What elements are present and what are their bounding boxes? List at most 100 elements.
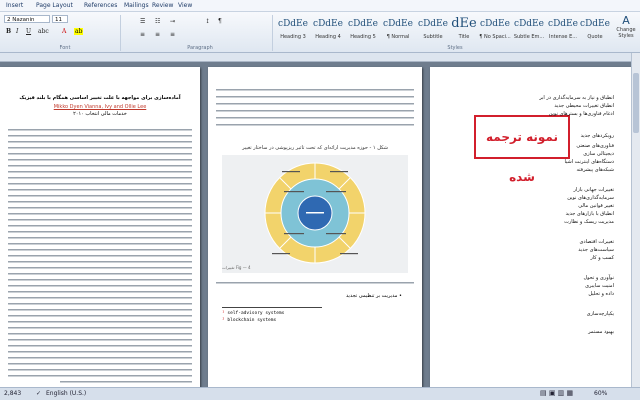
- tab-review[interactable]: Review: [152, 2, 173, 9]
- toc-item: کسب و کار: [590, 255, 614, 261]
- vertical-scrollbar[interactable]: [631, 53, 640, 388]
- style-subtitle[interactable]: cDdEe Subtitle: [416, 14, 450, 44]
- style-quote[interactable]: cDdEe Quote: [580, 14, 610, 44]
- toc-item: سیاست‌های جدید: [578, 247, 614, 253]
- style-no-spacing[interactable]: cDdEe ¶ No Spaci...: [478, 14, 512, 44]
- style-preview: dEe: [451, 16, 477, 31]
- sort-button[interactable]: ↕: [205, 18, 210, 25]
- indent-button[interactable]: ⇥: [170, 18, 175, 25]
- style-preview: cDdEe: [548, 19, 578, 29]
- toc-item: داده و تحلیل: [588, 291, 614, 297]
- change-styles-button[interactable]: A Change Styles: [614, 14, 638, 46]
- paper-authors: Mikko Dyen Vianna, Ivy and Ollie Lee: [53, 104, 147, 110]
- style-name: Subtle Em...: [513, 34, 545, 40]
- toc-item: شبکه‌های پیشرفته: [576, 167, 614, 173]
- font-name-box[interactable]: 2 Nazanin: [4, 15, 50, 23]
- toc-item: یکپارچه‌سازی: [586, 311, 614, 317]
- align-left-button[interactable]: ≡: [140, 31, 145, 38]
- language-status[interactable]: English (U.S.): [46, 390, 86, 397]
- style-heading-4[interactable]: cDdEe Heading 4: [311, 14, 345, 44]
- paper-title: آمادەسازی برای مواجهه با علت تغییر اساسی…: [19, 95, 181, 101]
- toc-item: رویکردهای جدید: [580, 133, 614, 139]
- font-color-button[interactable]: A: [62, 28, 66, 35]
- style-heading-5[interactable]: cDdEe Heading 5: [346, 14, 380, 44]
- style-preview: cDdEe: [348, 19, 378, 29]
- highlight-button[interactable]: ab: [74, 28, 84, 35]
- paper-affiliation: خدمات مالی انتخاب ۲۰۱۰: [73, 111, 127, 117]
- tab-page-layout[interactable]: Page Layout: [36, 2, 73, 9]
- scroll-thumb[interactable]: [633, 73, 639, 133]
- zoom-level[interactable]: 60%: [594, 390, 607, 397]
- footnote-1-text: self-advisory systems: [227, 311, 285, 316]
- diagram-frame: [222, 155, 408, 273]
- horizontal-ruler[interactable]: [0, 53, 640, 62]
- style-preview: cDdEe: [418, 19, 448, 29]
- style-name: Subtitle: [423, 34, 443, 40]
- tab-insert[interactable]: Insert: [6, 2, 23, 9]
- change-styles-label-2: Styles: [618, 33, 634, 39]
- style-subtle-emphasis[interactable]: cDdEe Subtle Em...: [512, 14, 546, 44]
- bullet-item: • مدیریت بر تنظیمی تجدید: [345, 293, 402, 299]
- style-name: ¶ Normal: [386, 34, 410, 40]
- style-preview: cDdEe: [480, 19, 510, 29]
- align-right-button[interactable]: ≡: [170, 31, 175, 38]
- toc-item: تغییرات جهانی بازار: [573, 187, 614, 193]
- toc-item: امنیت سایبری: [585, 283, 614, 289]
- language-icon[interactable]: ✓: [36, 390, 41, 397]
- paragraph-group-label: Paragraph: [187, 45, 213, 51]
- tab-references[interactable]: References: [84, 2, 117, 9]
- toc-item: بهبود مستمر: [588, 329, 614, 335]
- toc-item: تغییر قوانین مالی: [578, 203, 614, 209]
- tab-mailings[interactable]: Mailings: [124, 2, 149, 9]
- toc-item: سرمایه‌گذاری‌های نوین: [567, 195, 614, 201]
- change-styles-icon: A: [622, 14, 630, 27]
- toc-item: انطباق و نیاز به سرمایه‌گذاری در ابر: [539, 95, 614, 101]
- page-right: نمونه ترجمه شده انطباق و نیاز به سرمایه‌…: [430, 67, 632, 388]
- toc-item: دستگاه‌های اینترنت اشیا: [564, 159, 614, 165]
- font-size-box[interactable]: 11: [52, 15, 68, 23]
- tab-view[interactable]: View: [178, 2, 192, 9]
- group-divider: [120, 15, 121, 51]
- underline-button[interactable]: U: [26, 28, 31, 35]
- toc-item: انطباق با بازارهای جدید: [565, 211, 614, 217]
- circular-diagram: [264, 162, 366, 264]
- align-center-button[interactable]: ≡: [155, 31, 160, 38]
- toc-item: تغییرات اقتصادی: [579, 239, 614, 245]
- style-title[interactable]: dEe Title: [451, 14, 477, 44]
- style-intense-emphasis[interactable]: cDdEe Intense E...: [546, 14, 580, 44]
- footnote-2: ² blockchain systems: [222, 318, 276, 323]
- show-marks-button[interactable]: ¶: [218, 18, 222, 25]
- style-name: Title: [458, 34, 470, 40]
- body-text-lines: [8, 129, 192, 383]
- bullet-text: مدیریت بر تنظیمی تجدید: [345, 293, 398, 299]
- style-heading-3[interactable]: cDdEe Heading 3: [276, 14, 310, 44]
- style-name: Heading 4: [315, 34, 341, 40]
- style-preview: cDdEe: [278, 19, 308, 29]
- ribbon: 2 Nazanin 11 B I U abc A ab Font ☰ ☷ ⇥ ≡…: [0, 12, 640, 53]
- page-middle: شکل ۱ - حوزه مدیریت ارائه‌ای که تحت تاثی…: [208, 67, 422, 388]
- strike-button[interactable]: abc: [38, 28, 49, 35]
- middle-text-lines: [216, 89, 414, 126]
- word-count[interactable]: 2,843: [4, 390, 21, 397]
- style-preview: cDdEe: [514, 19, 544, 29]
- view-buttons[interactable]: ▤ ▣ ▥ ▦: [540, 389, 573, 397]
- style-preview: cDdEe: [580, 19, 610, 29]
- status-bar: 2,843 ✓ English (U.S.) ▤ ▣ ▥ ▦ 60%: [0, 387, 640, 400]
- diagram-footer: Fig — 4 تغییرات: [222, 265, 251, 270]
- toc-item: انطباق تغییرات محیطی جدید: [554, 103, 614, 109]
- toc-item: مدیریت ریسک و نظارت: [564, 219, 614, 225]
- toc-item: فناوری‌های صنعتی: [576, 143, 614, 149]
- font-group-label: Font: [59, 45, 71, 51]
- bold-button[interactable]: B: [6, 28, 11, 35]
- toc-item: ادغام فناوری‌ها و بسترهای نوین: [548, 111, 614, 117]
- caption-line: [216, 282, 414, 284]
- style-name: Heading 3: [280, 34, 306, 40]
- style-name: Intense E...: [548, 34, 578, 40]
- italic-button[interactable]: I: [16, 28, 18, 35]
- style-normal[interactable]: cDdEe ¶ Normal: [381, 14, 415, 44]
- bullets-button[interactable]: ☰: [140, 18, 145, 25]
- numbering-button[interactable]: ☷: [155, 18, 160, 25]
- footnote-separator: [222, 307, 322, 308]
- style-preview: cDdEe: [313, 19, 343, 29]
- toc-item: دیجیتالی سازی: [583, 151, 614, 157]
